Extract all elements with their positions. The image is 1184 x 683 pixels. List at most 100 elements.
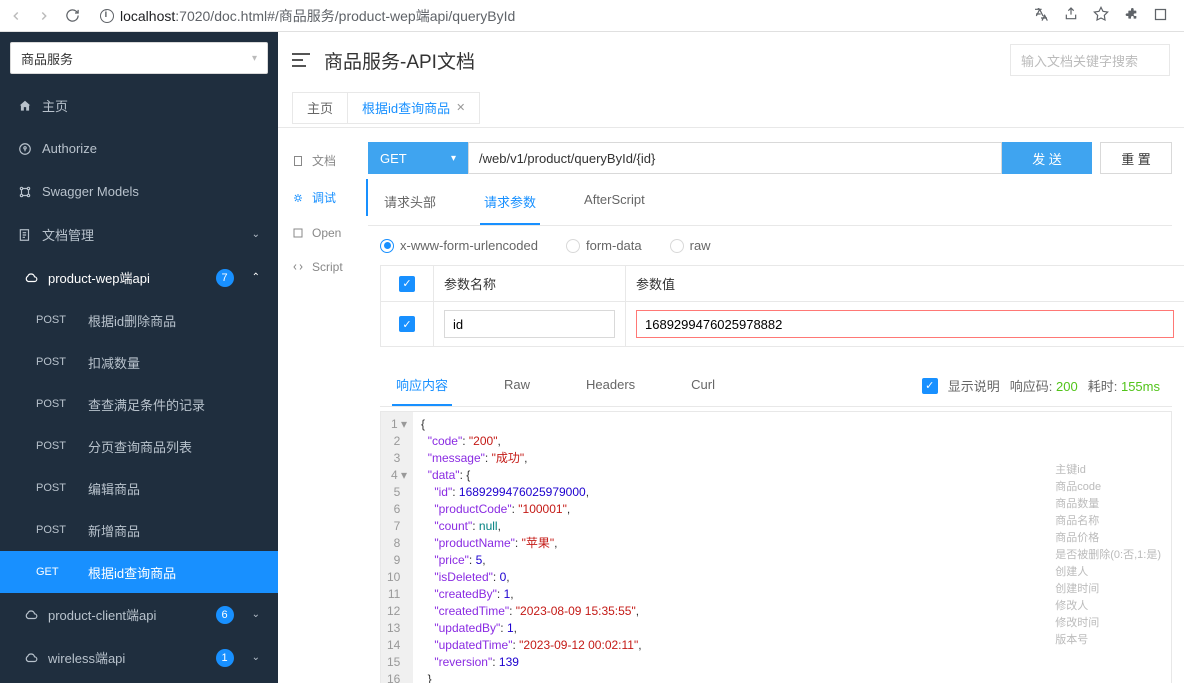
row-check[interactable]: ✓	[399, 316, 415, 332]
check-all[interactable]: ✓	[399, 276, 415, 292]
radio-formdata-label: form-data	[586, 238, 642, 253]
extensions-icon[interactable]	[1123, 6, 1139, 25]
sidebar: 商品服务 ▾ 主页 Authorize Swagger Models 文档管理 …	[0, 32, 278, 683]
sidebar-docmgmt[interactable]: 文档管理 ⌄	[0, 213, 278, 256]
request-bar: GET ▾ /web/v1/product/queryById/{id} 发 送…	[368, 142, 1172, 174]
resp-tab-headers[interactable]: Headers	[582, 367, 639, 404]
address-bar[interactable]: localhost:7020/doc.html#/商品服务/product-we…	[92, 4, 1021, 28]
endpoint-label: 查查满足条件的记录	[88, 395, 205, 414]
sidebar-endpoint[interactable]: POST 扣减数量	[0, 341, 278, 383]
sidebar-api-wep[interactable]: product-wep端api 7 ⌃	[0, 256, 278, 299]
method-label: GET	[380, 151, 407, 166]
sidebar-api-wireless-label: wireless端api	[48, 648, 125, 667]
chevron-up-icon: ⌃	[252, 272, 260, 283]
sidebar-endpoint[interactable]: GET 根据id查询商品	[0, 551, 278, 593]
param-name-input[interactable]	[444, 310, 615, 338]
sidebar-endpoint[interactable]: POST分页查询商品列表	[0, 425, 278, 467]
resp-code: 200	[1056, 379, 1078, 394]
endpoint-label: 编辑商品	[88, 479, 140, 498]
cloud-icon	[24, 608, 38, 622]
tab-active-label: 根据id查询商品	[362, 98, 450, 117]
request-subtabs: 请求头部 请求参数 AfterScript	[368, 182, 1172, 226]
home-icon	[18, 99, 32, 113]
col-value: 参数值	[625, 266, 1184, 301]
nav-script[interactable]: Script	[278, 250, 368, 284]
nav-debug-label: 调试	[312, 189, 336, 206]
sidebar-endpoint[interactable]: POST新增商品	[0, 509, 278, 551]
search-input[interactable]: 输入文档关键字搜索	[1010, 44, 1170, 76]
nav-debug[interactable]: 调试	[278, 179, 368, 216]
resp-time: 155ms	[1121, 379, 1160, 394]
response-body: 1 ▾ 2 3 4 ▾ 5 6 7 8 9 10 11 12 13 14 15 …	[380, 411, 1172, 683]
endpoint-label: 扣减数量	[88, 353, 140, 372]
sidebar-api-wireless[interactable]: wireless端api 1 ⌄	[0, 636, 278, 679]
collapse-sidebar-button[interactable]	[292, 53, 310, 67]
debug-panel: GET ▾ /web/v1/product/queryById/{id} 发 送…	[368, 128, 1184, 683]
tab-home[interactable]: 主页	[292, 92, 348, 124]
col-name: 参数名称	[433, 266, 625, 301]
main: 商品服务-API文档 输入文档关键字搜索 主页 根据id查询商品 ✕ 文档 调试	[278, 32, 1184, 683]
info-icon	[100, 9, 114, 23]
field-descriptions: 主键id 商品code 商品数量 商品名称 商品价格 是否被删除(0:否,1:是…	[1055, 462, 1161, 649]
window-icon[interactable]	[1153, 7, 1168, 25]
nav-doc[interactable]: 文档	[278, 142, 368, 179]
api-count-badge: 1	[216, 649, 234, 667]
sidebar-endpoint[interactable]: POST 编辑商品	[0, 467, 278, 509]
url-host: localhost	[120, 8, 175, 24]
encoding-radios: x-www-form-urlencoded form-data raw	[368, 226, 1184, 265]
radio-raw-label: raw	[690, 238, 711, 253]
sidebar-endpoint[interactable]: POST查查满足条件的记录	[0, 383, 278, 425]
resp-tab-raw[interactable]: Raw	[500, 367, 534, 404]
chevron-down-icon: ⌄	[252, 229, 260, 240]
radio-formdata[interactable]: form-data	[566, 238, 642, 253]
api-count-badge: 7	[216, 269, 234, 287]
table-header-row: ✓ 参数名称 参数值	[381, 266, 1184, 302]
bookmark-icon[interactable]	[1093, 6, 1109, 25]
resp-tab-content[interactable]: 响应内容	[392, 365, 452, 406]
sidebar-api-wep-label: product-wep端api	[48, 268, 150, 287]
models-icon	[18, 185, 32, 199]
radio-raw[interactable]: raw	[670, 238, 711, 253]
endpoint-label: 分页查询商品列表	[88, 437, 192, 456]
sidebar-home[interactable]: 主页	[0, 84, 278, 127]
endpoint-label: 根据id查询商品	[88, 563, 176, 582]
subtab-params[interactable]: 请求参数	[480, 182, 540, 225]
subtab-afterscript[interactable]: AfterScript	[580, 182, 649, 225]
translate-icon[interactable]	[1033, 6, 1049, 25]
reload-button[interactable]	[64, 8, 80, 24]
url-path: :7020/doc.html#/商品服务/product-wep端api/que…	[175, 8, 515, 24]
show-desc-check[interactable]: ✓	[922, 378, 938, 394]
sidebar-docmgmt-label: 文档管理	[42, 225, 94, 244]
radio-xform[interactable]: x-www-form-urlencoded	[380, 238, 538, 253]
endpoint-label: 根据id删除商品	[88, 311, 176, 330]
sidebar-endpoint[interactable]: POST根据id删除商品	[0, 299, 278, 341]
chevron-down-icon: ▾	[252, 53, 257, 64]
method-label: POST	[36, 356, 74, 368]
forward-button[interactable]	[36, 8, 52, 24]
sidebar-swagger[interactable]: Swagger Models	[0, 170, 278, 213]
service-select[interactable]: 商品服务 ▾	[10, 42, 268, 74]
param-value-input[interactable]	[636, 310, 1174, 338]
close-icon[interactable]: ✕	[456, 101, 465, 114]
send-button[interactable]: 发 送	[1002, 142, 1092, 174]
subtab-headers[interactable]: 请求头部	[380, 182, 440, 225]
sidebar-api-client[interactable]: product-client端api 6 ⌄	[0, 593, 278, 636]
response-meta: ✓ 显示说明 响应码: 200 耗时: 155ms	[922, 376, 1160, 395]
sidebar-authorize[interactable]: Authorize	[0, 127, 278, 170]
share-icon[interactable]	[1063, 6, 1079, 25]
method-label: POST	[36, 524, 74, 536]
sidebar-api-client-label: product-client端api	[48, 605, 156, 624]
back-button[interactable]	[8, 8, 24, 24]
nav-open[interactable]: Open	[278, 216, 368, 250]
method-select[interactable]: GET ▾	[368, 142, 468, 174]
method-label: GET	[36, 566, 74, 578]
resp-tab-curl[interactable]: Curl	[687, 367, 719, 404]
radio-xform-label: x-www-form-urlencoded	[400, 238, 538, 253]
api-count-badge: 6	[216, 606, 234, 624]
url-text: localhost:7020/doc.html#/商品服务/product-we…	[120, 6, 515, 26]
url-input[interactable]: /web/v1/product/queryById/{id}	[468, 142, 1002, 174]
method-label: POST	[36, 482, 74, 494]
reset-button[interactable]: 重 置	[1100, 142, 1172, 174]
tab-active[interactable]: 根据id查询商品 ✕	[347, 92, 480, 124]
show-desc-label: 显示说明	[948, 376, 1000, 395]
